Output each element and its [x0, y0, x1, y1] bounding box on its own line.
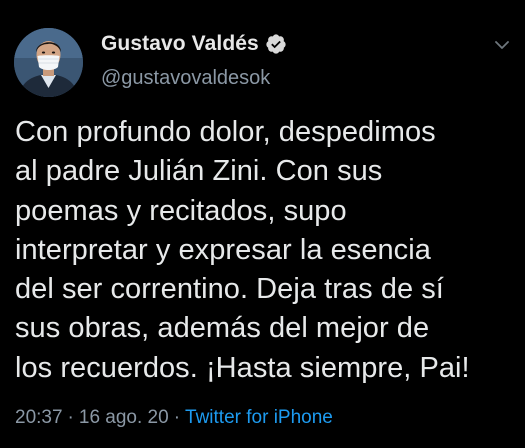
display-name[interactable]: Gustavo Valdés	[101, 32, 259, 56]
tweet-card: Gustavo Valdés @gustavovaldesok Con prof…	[0, 0, 525, 448]
verified-badge-icon	[265, 33, 287, 55]
user-handle[interactable]: @gustavovaldesok	[101, 67, 287, 90]
tweet-date[interactable]: 16 ago. 20	[79, 407, 169, 428]
chevron-down-icon[interactable]	[493, 36, 511, 54]
meta-separator: ·	[173, 407, 181, 428]
tweet-text: Con profundo dolor, despedimos al padre …	[15, 116, 470, 384]
avatar-photo	[14, 28, 83, 97]
tweet-meta: 20:37 · 16 ago. 20 · Twitter for iPhone	[15, 407, 333, 429]
meta-separator: ·	[67, 407, 74, 428]
tweet-time[interactable]: 20:37	[15, 407, 63, 428]
author-block: Gustavo Valdés @gustavovaldesok	[101, 31, 287, 90]
name-row: Gustavo Valdés	[101, 31, 287, 57]
avatar[interactable]	[14, 28, 83, 97]
tweet-source-link[interactable]: Twitter for iPhone	[185, 407, 333, 428]
